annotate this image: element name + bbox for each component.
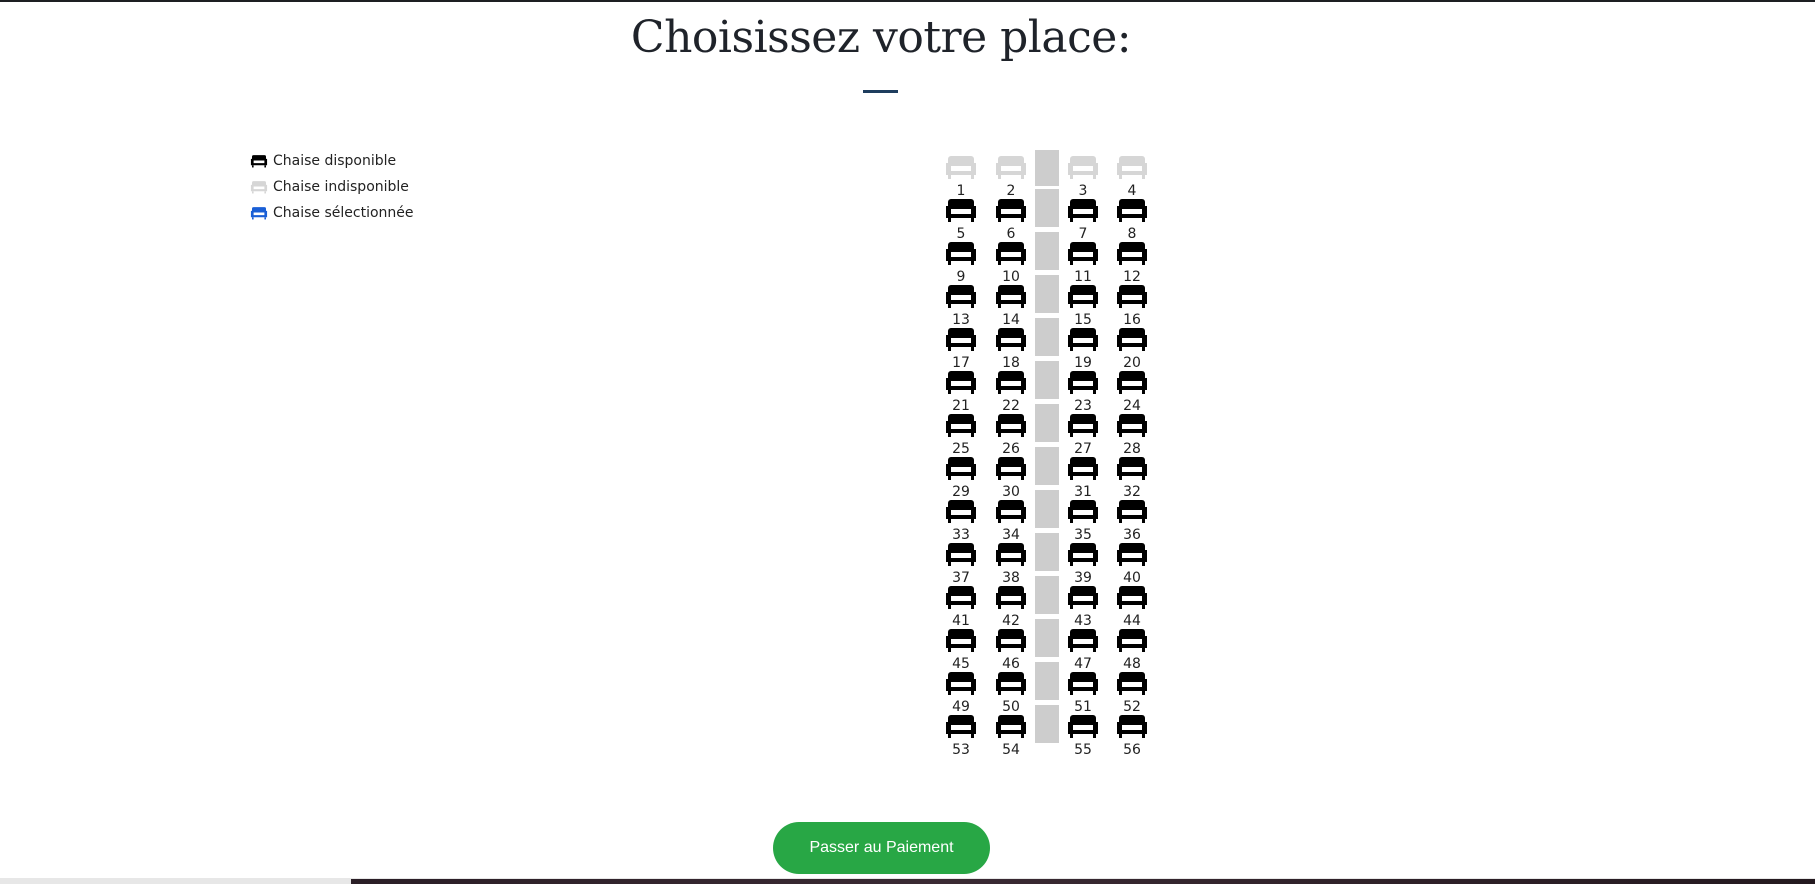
- seat-available-icon[interactable]: [945, 240, 977, 266]
- seat-map: 1 2 3 4 5 6 7 8 9 10 11 12 13 14 15 16 17 18 19 20 21 22 23 24 2…: [945, 148, 1155, 766]
- aisle-block: [1035, 447, 1059, 485]
- taskbar-strip: [351, 879, 1815, 884]
- seat-available-icon[interactable]: [1116, 713, 1148, 739]
- seat-unavailable-icon: [945, 154, 977, 180]
- aisle-block: [1035, 404, 1059, 442]
- seat-available-icon[interactable]: [995, 541, 1027, 567]
- seat-available-icon[interactable]: [995, 627, 1027, 653]
- aisle-block: [1035, 533, 1059, 571]
- seat-available-icon[interactable]: [945, 541, 977, 567]
- legend-available-label: Chaise disponible: [273, 153, 397, 169]
- proceed-to-payment-button[interactable]: Passer au Paiement: [773, 822, 990, 874]
- seat-available-icon[interactable]: [995, 670, 1027, 696]
- legend-available: Chaise disponible: [250, 148, 414, 174]
- seat-available-icon[interactable]: [1116, 584, 1148, 610]
- seat-available-icon[interactable]: [945, 369, 977, 395]
- aisle-block: [1035, 619, 1059, 657]
- seat-available-icon[interactable]: [1067, 498, 1099, 524]
- seat-available-icon[interactable]: [1067, 713, 1099, 739]
- seat-available-icon[interactable]: [1067, 584, 1099, 610]
- seat-available-icon[interactable]: [1067, 197, 1099, 223]
- title-underline: [863, 90, 898, 93]
- seat-available-icon[interactable]: [995, 197, 1027, 223]
- seat-available-icon[interactable]: [995, 326, 1027, 352]
- aisle-block: [1035, 150, 1059, 186]
- seat-available-icon[interactable]: [995, 412, 1027, 438]
- seat-unavailable-icon: [995, 154, 1027, 180]
- sofa-available-icon: [250, 155, 268, 168]
- seat-available-icon[interactable]: [1116, 498, 1148, 524]
- seat-available-icon[interactable]: [945, 670, 977, 696]
- seat-available-icon[interactable]: [1116, 670, 1148, 696]
- aisle-block: [1035, 490, 1059, 528]
- seat-available-icon[interactable]: [1116, 240, 1148, 266]
- seat-available-icon[interactable]: [945, 326, 977, 352]
- seat-number-label: 54: [1002, 742, 1020, 758]
- sofa-selected-icon: [250, 207, 268, 220]
- seat-available-icon[interactable]: [995, 240, 1027, 266]
- seat-available-icon[interactable]: [1067, 627, 1099, 653]
- seat-available-icon[interactable]: [995, 584, 1027, 610]
- aisle-block: [1035, 361, 1059, 399]
- legend-selected-label: Chaise sélectionnée: [273, 205, 414, 221]
- seat-available-icon[interactable]: [1116, 283, 1148, 309]
- seat-available-icon[interactable]: [1067, 455, 1099, 481]
- seat-available-icon[interactable]: [1116, 326, 1148, 352]
- seat-available-icon[interactable]: [1067, 240, 1099, 266]
- seat-available-icon[interactable]: [1116, 627, 1148, 653]
- seat-unavailable-icon: [1067, 154, 1099, 180]
- seat-available-icon[interactable]: [945, 713, 977, 739]
- seat-available-icon[interactable]: [1067, 369, 1099, 395]
- aisle-block: [1035, 705, 1059, 743]
- seat-available-icon[interactable]: [1067, 326, 1099, 352]
- aisle-block: [1035, 318, 1059, 356]
- seat-available-icon[interactable]: [945, 412, 977, 438]
- seat-legend: Chaise disponible Chaise indisponible Ch…: [250, 148, 414, 226]
- seat-available-icon[interactable]: [1067, 541, 1099, 567]
- seat-available-icon[interactable]: [1116, 369, 1148, 395]
- seat-available-icon[interactable]: [1067, 670, 1099, 696]
- seat-available-icon[interactable]: [995, 369, 1027, 395]
- legend-selected: Chaise sélectionnée: [250, 200, 414, 226]
- seat-available-icon[interactable]: [945, 283, 977, 309]
- seat-number-label: 55: [1074, 742, 1092, 758]
- seat-available-icon[interactable]: [995, 713, 1027, 739]
- aisle-block: [1035, 189, 1059, 227]
- seat-number-label: 56: [1123, 742, 1141, 758]
- seat-available-icon[interactable]: [1067, 412, 1099, 438]
- seat-unavailable-icon: [1116, 154, 1148, 180]
- seat-available-icon[interactable]: [1116, 197, 1148, 223]
- aisle-block: [1035, 275, 1059, 313]
- seat-available-icon[interactable]: [945, 455, 977, 481]
- seat-available-icon[interactable]: [995, 455, 1027, 481]
- seat-number-label: 53: [952, 742, 970, 758]
- seat-available-icon[interactable]: [995, 283, 1027, 309]
- seat-available-icon[interactable]: [945, 197, 977, 223]
- aisle-block: [1035, 576, 1059, 614]
- page-title: Choisissez votre place:: [630, 12, 1132, 63]
- legend-unavailable: Chaise indisponible: [250, 174, 414, 200]
- seat-available-icon[interactable]: [945, 627, 977, 653]
- seat-available-icon[interactable]: [945, 498, 977, 524]
- seat-available-icon[interactable]: [1116, 412, 1148, 438]
- seat-available-icon[interactable]: [1116, 541, 1148, 567]
- legend-unavailable-label: Chaise indisponible: [273, 179, 409, 195]
- seat-available-icon[interactable]: [1067, 283, 1099, 309]
- aisle-block: [1035, 662, 1059, 700]
- seat-available-icon[interactable]: [945, 584, 977, 610]
- window-top-border: [0, 0, 1815, 2]
- seat-available-icon[interactable]: [1116, 455, 1148, 481]
- seat-available-icon[interactable]: [995, 498, 1027, 524]
- aisle-block: [1035, 232, 1059, 270]
- sofa-unavailable-icon: [250, 181, 268, 194]
